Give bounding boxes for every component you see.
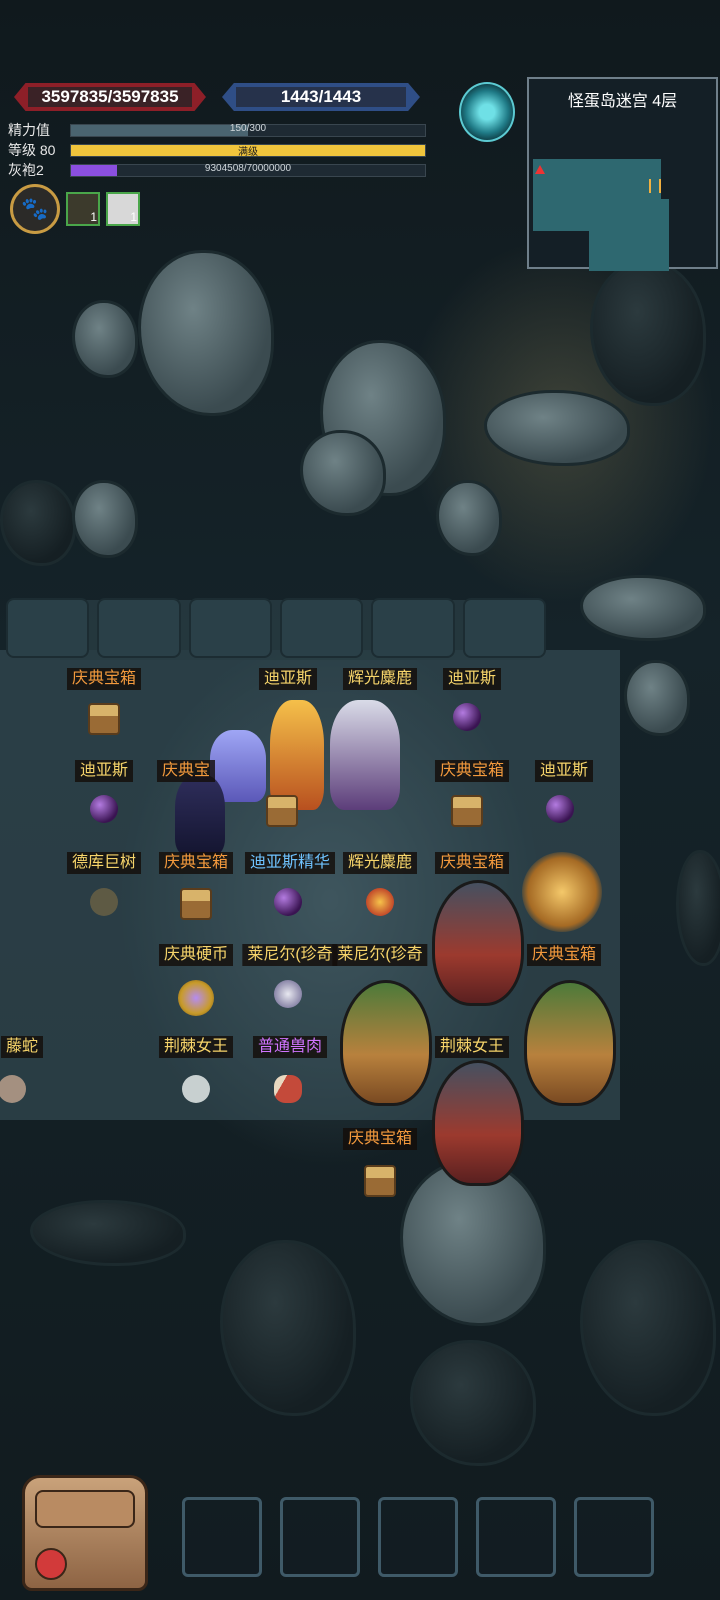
thorn-queen-item[interactable] xyxy=(182,1075,210,1103)
egg-rock xyxy=(580,1240,716,1416)
ladder-marker-icon xyxy=(649,179,661,193)
map-label: 迪亚斯 xyxy=(442,668,502,690)
egg-rock xyxy=(72,480,138,558)
stat-label: 精力值 xyxy=(8,122,50,138)
mp-text: 1443/1443 xyxy=(280,87,362,106)
dias-orb-item[interactable] xyxy=(453,703,481,731)
stamina-row: 精力值 150/300 xyxy=(8,121,426,139)
egg-rock xyxy=(580,575,706,641)
quick-slot[interactable] xyxy=(378,1497,458,1577)
pet-paw-button[interactable]: 🐾 xyxy=(10,184,60,234)
hp-bar: 3597835/3597835 xyxy=(14,83,206,111)
egg-rock xyxy=(72,300,138,378)
rank-row: 灰袍2 9304508/70000000 xyxy=(8,161,426,179)
egg-rock xyxy=(0,480,76,566)
dias-essence-item[interactable] xyxy=(274,888,302,916)
map-label: 莱尼尔(珍奇 xyxy=(242,944,338,966)
map-label: 德库巨树 xyxy=(66,852,142,874)
map-label: 庆典硬币 xyxy=(158,944,234,966)
egg-rock xyxy=(220,1240,356,1416)
dias-orb-item[interactable] xyxy=(546,795,574,823)
hero-mage[interactable] xyxy=(330,700,400,810)
map-label: 迪亚斯 xyxy=(534,760,594,782)
chest-item[interactable] xyxy=(266,795,298,827)
egg-rock xyxy=(30,1200,186,1266)
map-label: 莱尼尔(珍奇 xyxy=(332,944,428,966)
level-track: 满级 xyxy=(70,143,426,158)
chest-item[interactable] xyxy=(88,703,120,735)
minimap[interactable]: 怪蛋岛迷宫 4层 xyxy=(527,77,718,271)
buff-count: 1 xyxy=(90,210,97,224)
chest-item[interactable] xyxy=(364,1165,396,1197)
minimap-room xyxy=(589,199,669,271)
map-label: 庆典宝箱 xyxy=(342,1128,418,1150)
egg-rock xyxy=(436,480,502,556)
mp-bar: 1443/1443 xyxy=(222,83,420,111)
stat-value: 150/300 xyxy=(229,122,267,134)
stat-label: 等级 80 xyxy=(8,142,56,158)
monster-egg-red[interactable] xyxy=(432,880,524,1006)
minimap-title: 怪蛋岛迷宫 4层 xyxy=(567,93,678,110)
map-label: 荆棘女王 xyxy=(158,1036,234,1058)
chest-item[interactable] xyxy=(451,795,483,827)
map-label: 庆典宝箱 xyxy=(434,852,510,874)
rank-track: 9304508/70000000 xyxy=(70,162,426,177)
quick-slot[interactable] xyxy=(574,1497,654,1577)
hp-text: 3597835/3597835 xyxy=(41,87,179,106)
potion-icon xyxy=(35,1548,67,1580)
quick-slot[interactable] xyxy=(182,1497,262,1577)
egg-rock xyxy=(138,250,274,416)
buff-count: 1 xyxy=(130,210,137,224)
map-label: 迪亚斯 xyxy=(258,668,318,690)
stat-label: 灰袍2 xyxy=(8,162,44,178)
map-label: 辉光麋鹿 xyxy=(342,852,418,874)
map-label: 庆典宝箱 xyxy=(66,668,142,690)
egg-rock xyxy=(410,1340,536,1466)
monster-egg-red[interactable] xyxy=(432,1060,524,1186)
map-label: 迪亚斯 xyxy=(74,760,134,782)
armor-buff-icon[interactable]: 1 xyxy=(66,192,100,226)
ladder-exit[interactable] xyxy=(522,852,602,932)
map-label: 普通兽肉 xyxy=(252,1036,328,1058)
stat-value: 9304508/70000000 xyxy=(204,162,292,174)
stamina-track: 150/300 xyxy=(70,122,426,137)
map-label: 庆典宝箱 xyxy=(526,944,602,966)
egg-rock xyxy=(300,430,386,516)
monster-egg-green[interactable] xyxy=(340,980,432,1106)
hero-dark-knight[interactable] xyxy=(175,775,225,855)
flask-item[interactable] xyxy=(366,888,394,916)
quick-slot[interactable] xyxy=(280,1497,360,1577)
egg-rock xyxy=(484,390,630,466)
map-label: 荆棘女王 xyxy=(434,1036,510,1058)
tree-item[interactable] xyxy=(90,888,118,916)
monster-egg-green[interactable] xyxy=(524,980,616,1106)
ghost-buff-icon[interactable]: 1 xyxy=(106,192,140,226)
dias-orb-item[interactable] xyxy=(90,795,118,823)
player-marker-icon xyxy=(535,165,545,174)
meat-item[interactable] xyxy=(274,1075,302,1103)
hero-fire[interactable] xyxy=(270,700,324,810)
chest-item[interactable] xyxy=(180,888,212,920)
egg-rock xyxy=(676,850,720,966)
egg-rock xyxy=(624,660,690,736)
map-label: 庆典宝箱 xyxy=(434,760,510,782)
map-label: 庆典宝箱 xyxy=(158,852,234,874)
quick-slot[interactable] xyxy=(476,1497,556,1577)
map-label: 藤蛇 xyxy=(0,1036,44,1058)
backpack-icon[interactable] xyxy=(22,1475,148,1591)
carved-wall xyxy=(0,598,546,660)
portal-icon[interactable] xyxy=(459,82,515,142)
egg-rock xyxy=(590,260,706,406)
feather-item[interactable] xyxy=(274,980,302,1008)
map-label: 迪亚斯精华 xyxy=(244,852,336,874)
level-row: 等级 80 满级 xyxy=(8,141,426,159)
map-label: 庆典宝 xyxy=(156,760,216,782)
map-label: 辉光麋鹿 xyxy=(342,668,418,690)
coin-item[interactable] xyxy=(178,980,214,1016)
stat-value: 满级 xyxy=(238,146,258,158)
